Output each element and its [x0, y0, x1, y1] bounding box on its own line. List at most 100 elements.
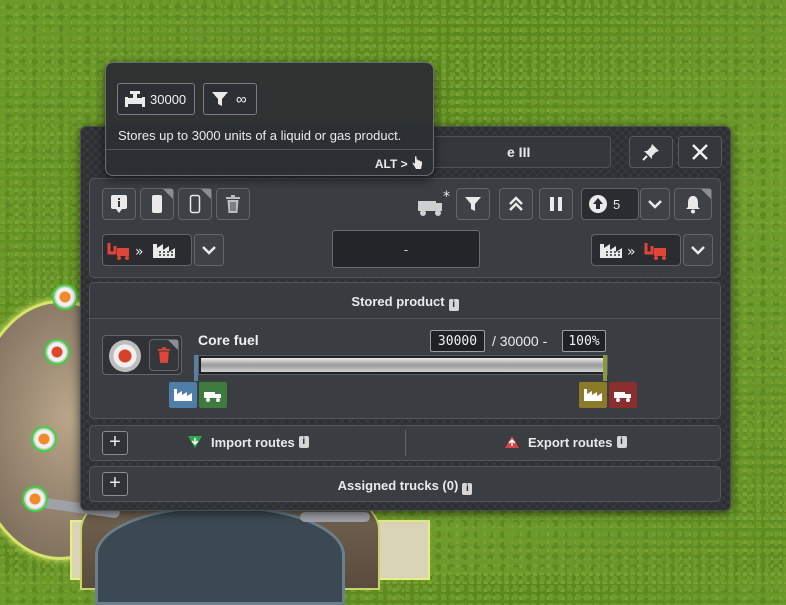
panel-icon	[152, 195, 162, 213]
port-icon[interactable]	[52, 284, 78, 310]
fill-bar-level	[201, 358, 605, 372]
priority-dropdown[interactable]: 5	[581, 188, 639, 220]
capacity-value: 30000	[150, 91, 187, 107]
window-title: e III	[411, 136, 611, 168]
routes-panel: + Import routes i Export routes i	[89, 425, 721, 461]
close-button[interactable]	[678, 136, 722, 168]
product-slot[interactable]	[102, 335, 182, 375]
bell-icon	[686, 196, 700, 214]
info-button[interactable]	[102, 188, 136, 220]
truck-star-icon: *	[418, 189, 450, 216]
export-routes-header[interactable]: Export routes i	[502, 432, 627, 452]
trucks-panel: + Assigned trucks (0) i	[89, 466, 721, 502]
import-routes-header[interactable]: Import routes i	[185, 432, 309, 452]
pause-button[interactable]	[539, 188, 573, 220]
factory-icon	[584, 389, 602, 401]
assigned-trucks-label: Assigned trucks (0)	[337, 478, 459, 493]
info-icon[interactable]: i	[298, 436, 309, 448]
info-icon	[111, 195, 127, 213]
pin-icon	[642, 144, 659, 161]
capacity-separator: / 30000 -	[492, 333, 548, 349]
filter-button[interactable]	[456, 188, 490, 220]
trucks-allowed-button[interactable]: *	[414, 189, 454, 219]
no-truck-input-icon: »	[107, 243, 175, 260]
info-icon[interactable]: i	[462, 483, 473, 495]
routes-divider	[405, 430, 406, 456]
output-policy-dropdown[interactable]: »	[591, 234, 681, 266]
fill-bar	[198, 355, 608, 375]
min-marker[interactable]	[194, 355, 198, 381]
export-vehicle-tag[interactable]	[579, 382, 607, 408]
export-arrow-icon	[505, 436, 519, 448]
priority-value: 5	[613, 196, 621, 212]
chevron-down-icon	[202, 246, 216, 255]
notifications-button[interactable]	[674, 188, 712, 220]
input-policy-dropdown[interactable]: »	[102, 234, 192, 266]
demolish-button[interactable]	[216, 188, 250, 220]
chevron-down-icon	[691, 246, 705, 255]
output-policy-toggle[interactable]	[683, 234, 713, 266]
stored-product-header: Stored product i	[90, 283, 720, 319]
view-button[interactable]	[178, 188, 212, 220]
port-icon[interactable]	[22, 486, 48, 512]
assigned-trucks-header[interactable]: Assigned trucks (0) i	[90, 478, 720, 495]
double-chevron-up-icon	[509, 196, 523, 211]
port-icon[interactable]	[44, 339, 70, 365]
pin-button[interactable]	[629, 136, 673, 168]
building-tooltip: 30000 ∞ Stores up to 3000 units of a liq…	[105, 62, 434, 176]
pipe	[300, 512, 370, 522]
funnel-icon	[465, 197, 481, 211]
input-policy-toggle[interactable]	[194, 234, 224, 266]
port-icon[interactable]	[31, 426, 57, 452]
core-fuel-icon	[109, 340, 141, 372]
toolbar-panel: * 5 » - »	[89, 178, 721, 278]
export-truck-tag[interactable]	[609, 382, 637, 408]
building-inspector-window: e III * 5 » - » Stored product i Core fu…	[80, 126, 731, 511]
alt-hint-text: ALT >	[374, 157, 408, 171]
info-icon[interactable]: i	[616, 436, 627, 448]
stored-product-panel: Stored product i Core fuel 30000 / 30000 …	[89, 282, 721, 419]
fill-percent: 100%	[562, 330, 606, 352]
svg-text:»: »	[135, 244, 144, 260]
current-amount: 30000	[430, 330, 485, 352]
funnel-icon	[212, 92, 228, 106]
tooltip-divider	[106, 149, 433, 150]
import-vehicle-tag[interactable]	[169, 382, 197, 408]
close-icon	[692, 144, 708, 160]
import-routes-label: Import routes	[211, 434, 295, 450]
import-truck-tag[interactable]	[199, 382, 227, 408]
max-marker[interactable]	[603, 355, 607, 381]
hand-cursor-icon	[412, 156, 422, 169]
priority-arrow-icon	[589, 195, 607, 213]
svg-text:»: »	[627, 244, 636, 260]
factory-icon	[174, 389, 192, 401]
trash-icon	[157, 347, 171, 363]
center-field[interactable]: -	[332, 230, 480, 268]
pipe-valve-icon	[125, 91, 145, 107]
info-icon[interactable]: i	[448, 299, 459, 311]
truck-icon	[204, 392, 221, 402]
recipe-button[interactable]	[140, 188, 174, 220]
stored-product-title: Stored product i	[90, 294, 720, 311]
tooltip-description: Stores up to 3000 units of a liquid or g…	[118, 128, 402, 143]
pause-icon	[550, 197, 562, 211]
center-field-value: -	[403, 241, 409, 257]
clear-product-button[interactable]	[149, 339, 179, 371]
window-title-text: e III	[507, 144, 531, 160]
capacity-chip: 30000	[117, 83, 195, 115]
add-route-button[interactable]: +	[102, 431, 128, 455]
output-no-truck-icon: »	[600, 243, 666, 260]
product-name: Core fuel	[198, 332, 259, 348]
tooltip-alt-hint: ALT >	[375, 156, 423, 171]
chevron-down-icon	[648, 200, 662, 209]
trash-icon	[226, 195, 240, 213]
throughput-value: ∞	[236, 90, 247, 108]
throughput-chip: ∞	[203, 83, 257, 115]
priority-up-button[interactable]	[499, 188, 533, 220]
priority-dropdown-toggle[interactable]	[640, 188, 670, 220]
import-arrow-icon	[188, 436, 202, 448]
truck-icon	[614, 392, 631, 402]
phone-icon	[189, 194, 201, 214]
export-routes-label: Export routes	[528, 434, 613, 450]
svg-text:*: *	[443, 189, 450, 205]
